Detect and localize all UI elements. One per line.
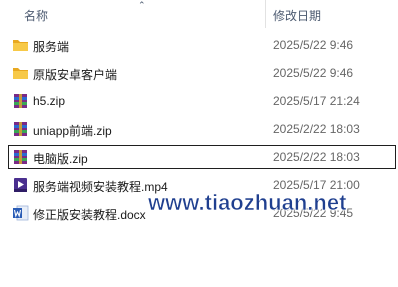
file-date: 2025/2/22 18:03 bbox=[273, 150, 360, 164]
file-name: 原版安卓客户端 bbox=[33, 68, 118, 82]
column-divider[interactable] bbox=[265, 0, 266, 28]
file-row[interactable]: h5.zip 2025/5/17 21:24 bbox=[8, 89, 396, 113]
file-name: uniapp前端.zip bbox=[33, 124, 112, 138]
winrar-archive-icon bbox=[12, 149, 29, 165]
file-name: 服务端 bbox=[33, 40, 70, 54]
file-name: 电脑版.zip bbox=[33, 152, 88, 166]
file-date: 2025/5/22 9:46 bbox=[273, 66, 354, 80]
file-date: 2025/2/22 18:03 bbox=[273, 122, 360, 136]
folder-icon bbox=[12, 65, 29, 81]
file-name: 修正版安装教程.docx bbox=[33, 208, 146, 222]
column-header-name[interactable]: 名称 bbox=[24, 7, 48, 24]
word-document-icon bbox=[12, 205, 29, 221]
mp4-video-icon bbox=[12, 177, 29, 193]
folder-icon bbox=[12, 37, 29, 53]
file-name: h5.zip bbox=[33, 94, 66, 108]
file-row[interactable]: 服务端 2025/5/22 9:46 bbox=[8, 33, 396, 57]
file-row[interactable]: uniapp前端.zip 2025/2/22 18:03 bbox=[8, 117, 396, 141]
column-header-date-modified[interactable]: 修改日期 bbox=[273, 7, 321, 24]
file-row[interactable]: 原版安卓客户端 2025/5/22 9:46 bbox=[8, 61, 396, 85]
watermark-text: www.tiaozhuan.net bbox=[148, 190, 347, 216]
winrar-archive-icon bbox=[12, 121, 29, 137]
column-header: 名称 ⌃ 修改日期 bbox=[0, 0, 398, 28]
chevron-up-icon: ⌃ bbox=[138, 0, 146, 10]
file-row-selected[interactable]: 电脑版.zip 2025/2/22 18:03 bbox=[8, 145, 396, 169]
file-date: 2025/5/22 9:46 bbox=[273, 38, 354, 52]
file-date: 2025/5/17 21:24 bbox=[273, 94, 360, 108]
winrar-archive-icon bbox=[12, 93, 29, 109]
